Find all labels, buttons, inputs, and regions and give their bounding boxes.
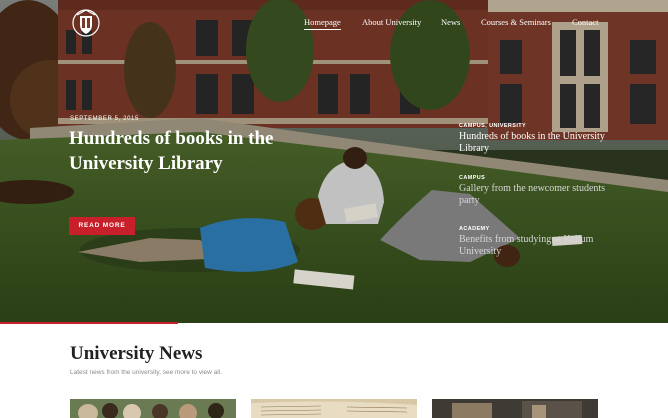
news-section-title: University News	[70, 343, 203, 364]
main-nav: Homepage About University News Courses &…	[300, 17, 668, 31]
side-news-category: ACADEMY	[459, 226, 490, 232]
university-crest-icon[interactable]	[72, 7, 100, 39]
side-news-title: Gallery from the newcomer students party	[459, 183, 606, 206]
side-news-item[interactable]: ACADEMY Benefits from studying at Kalium…	[459, 226, 609, 257]
nav-homepage[interactable]: Homepage	[304, 17, 341, 30]
side-news-item[interactable]: CAMPUS, UNIVERSITY Hundreds of books in …	[459, 123, 609, 154]
news-thumbnail[interactable]	[251, 399, 417, 418]
slider-progress-bar	[0, 322, 178, 324]
side-news-category: CAMPUS	[459, 175, 486, 181]
side-news-item[interactable]: CAMPUS Gallery from the newcomer student…	[459, 175, 609, 206]
side-news-title: Benefits from studying at Kalium Univers…	[459, 234, 594, 257]
side-news-title: Hundreds of books in the University Libr…	[459, 131, 605, 154]
hero-date: SEPTEMBER 5, 2015	[70, 116, 139, 122]
news-thumbnail[interactable]	[432, 399, 598, 418]
nav-news[interactable]: News	[441, 17, 460, 27]
hero-slider: Homepage About University News Courses &…	[0, 0, 668, 323]
hero-title[interactable]: Hundreds of books in the University Libr…	[69, 126, 329, 176]
news-section-subtitle: Latest news from the university, see mor…	[70, 369, 222, 376]
nav-contact[interactable]: Contact	[572, 17, 598, 27]
nav-about-university[interactable]: About University	[362, 17, 421, 27]
news-thumbnail[interactable]	[70, 399, 236, 418]
nav-courses-seminars[interactable]: Courses & Seminars	[481, 17, 551, 27]
read-more-button[interactable]: READ MORE	[69, 217, 135, 235]
side-news-category: CAMPUS, UNIVERSITY	[459, 123, 527, 129]
